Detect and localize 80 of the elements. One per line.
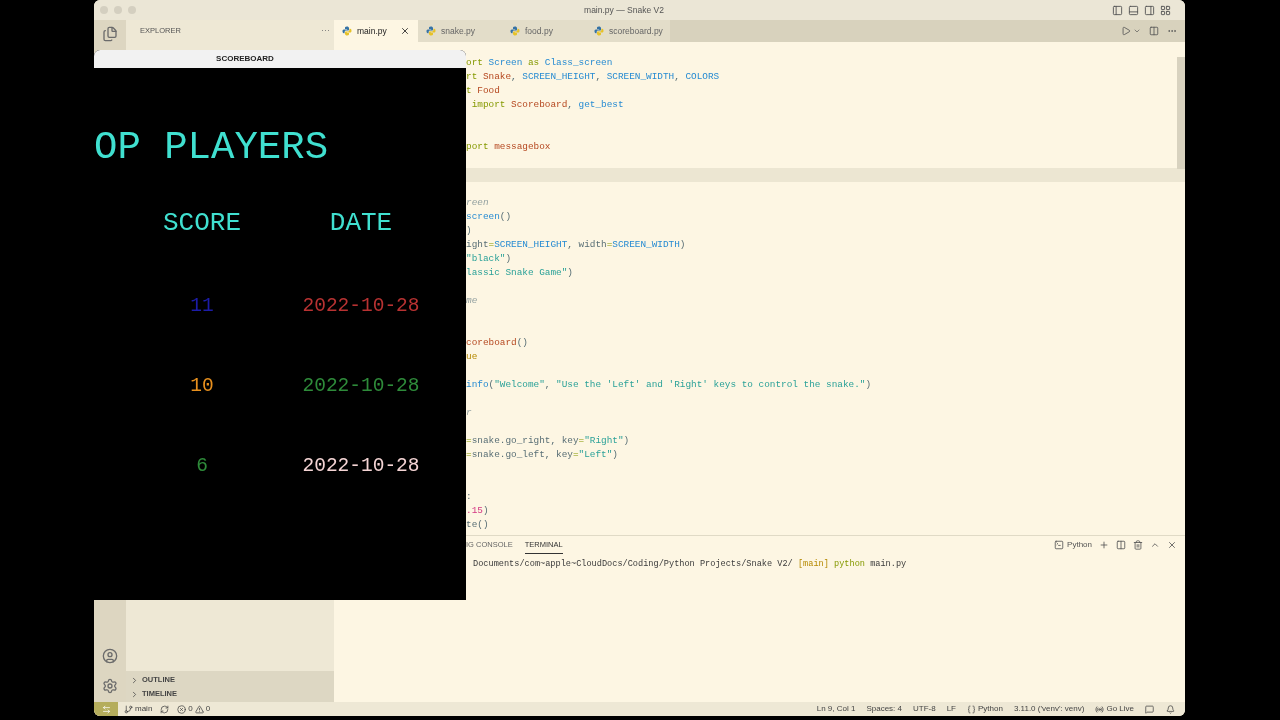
code-line: te() xyxy=(466,518,489,532)
run-icon[interactable] xyxy=(1121,26,1131,36)
account-icon[interactable] xyxy=(102,648,118,664)
code-line: =snake.go_right, key="Right") xyxy=(466,434,630,448)
code-line: reen xyxy=(466,196,489,210)
python-file-icon xyxy=(426,26,436,36)
score-value: 11 xyxy=(190,294,214,318)
branch-button[interactable]: main xyxy=(124,703,153,715)
python-file-icon xyxy=(510,26,520,36)
terminal-icon xyxy=(1054,540,1065,550)
chevron-down-icon[interactable] xyxy=(1133,27,1141,35)
python-file-icon xyxy=(594,26,604,36)
code-line: ight=SCREEN_HEIGHT, width=SCREEN_WIDTH) xyxy=(466,238,686,252)
code-line: .15) xyxy=(466,504,489,518)
code-line: ue xyxy=(466,350,478,364)
remote-icon xyxy=(101,704,111,714)
code-line: import Scoreboard, get_best xyxy=(470,98,624,112)
code-line: screen() xyxy=(466,210,512,224)
code-line: rt Snake, SCREEN_HEIGHT, SCREEN_WIDTH, COLORS xyxy=(466,70,720,84)
terminal-profile-button[interactable]: Python xyxy=(1054,539,1092,551)
scrollbar-thumb[interactable] xyxy=(1177,57,1185,169)
code-line: coreboard() xyxy=(466,336,528,350)
close-tab-icon[interactable] xyxy=(400,26,410,36)
code-line: ort Screen as Class_screen xyxy=(466,56,613,70)
maximize-panel-icon[interactable] xyxy=(1150,540,1160,550)
problems-button[interactable]: 0 0 xyxy=(177,703,211,715)
status-item[interactable]: Ln 9, Col 1 xyxy=(816,703,856,715)
close-panel-icon[interactable] xyxy=(1167,540,1177,550)
code-line: lassic Snake Game") xyxy=(466,266,573,280)
editor-tab[interactable]: scoreboard.py xyxy=(586,20,670,42)
code-line: r xyxy=(466,406,472,420)
code-line: t Food xyxy=(466,84,500,98)
python-file-icon xyxy=(342,26,352,36)
code-line: me xyxy=(466,294,478,308)
column-header: SCORE xyxy=(163,208,241,238)
feedback-icon[interactable] xyxy=(1145,704,1154,714)
toggle-panel-icon[interactable] xyxy=(1128,4,1139,16)
status-item[interactable]: 3.11.0 ('venv': venv) xyxy=(1013,703,1085,715)
editor-tab[interactable]: food.py xyxy=(502,20,586,42)
warning-icon xyxy=(194,704,204,714)
kill-terminal-icon[interactable] xyxy=(1133,540,1143,550)
sync-icon[interactable] xyxy=(160,704,170,714)
status-item[interactable]: Go Live xyxy=(1095,703,1134,715)
code-line: : xyxy=(466,490,472,504)
braces-icon xyxy=(967,704,976,714)
code-line: ) xyxy=(466,224,472,238)
score-value: 6 xyxy=(196,454,208,478)
code-line: "black") xyxy=(466,252,512,266)
score-date: 2022-10-28 xyxy=(302,454,420,478)
settings-icon[interactable] xyxy=(102,678,118,694)
code-line: port messagebox xyxy=(466,140,551,154)
status-item[interactable]: Python xyxy=(967,703,1003,715)
explorer-icon[interactable] xyxy=(102,26,118,42)
more-actions-button[interactable]: ··· xyxy=(321,24,330,38)
error-icon xyxy=(177,704,187,714)
toggle-secondary-sidebar-icon[interactable] xyxy=(1144,4,1155,16)
broadcast-icon xyxy=(1095,704,1105,714)
editor-tab[interactable]: main.py xyxy=(334,20,418,42)
toggle-sidebar-icon[interactable] xyxy=(1112,4,1123,16)
window-title: main.py — Snake V2 xyxy=(583,3,665,17)
window-title: SCOREBOARD xyxy=(216,53,274,65)
status-item[interactable]: LF xyxy=(946,703,956,715)
scoreboard-heading: OP PLAYERS xyxy=(94,126,329,170)
code-line: =snake.go_left, key="Left") xyxy=(466,448,618,462)
notifications-icon[interactable] xyxy=(1166,704,1175,714)
score-date: 2022-10-28 xyxy=(302,374,420,398)
split-terminal-icon[interactable] xyxy=(1116,540,1126,550)
new-terminal-icon[interactable] xyxy=(1099,540,1109,550)
status-item[interactable]: Spaces: 4 xyxy=(866,703,902,715)
column-header: DATE xyxy=(329,208,393,238)
split-editor-icon[interactable] xyxy=(1149,26,1159,36)
code-line: info("Welcome", "Use the 'Left' and 'Right' keys to control the snake.") xyxy=(466,378,872,392)
branch-icon xyxy=(124,704,133,714)
customize-layout-icon[interactable] xyxy=(1160,4,1171,16)
terminal-line: Documents/com~apple~CloudDocs/Coding/Python Projects/Snake V2/ [main] python main.py xyxy=(472,558,907,571)
score-date: 2022-10-28 xyxy=(302,294,420,318)
score-value: 10 xyxy=(190,374,214,398)
status-item[interactable]: UTF-8 xyxy=(913,703,936,715)
remote-button[interactable] xyxy=(94,702,118,716)
editor-tab[interactable]: snake.py xyxy=(418,20,502,42)
